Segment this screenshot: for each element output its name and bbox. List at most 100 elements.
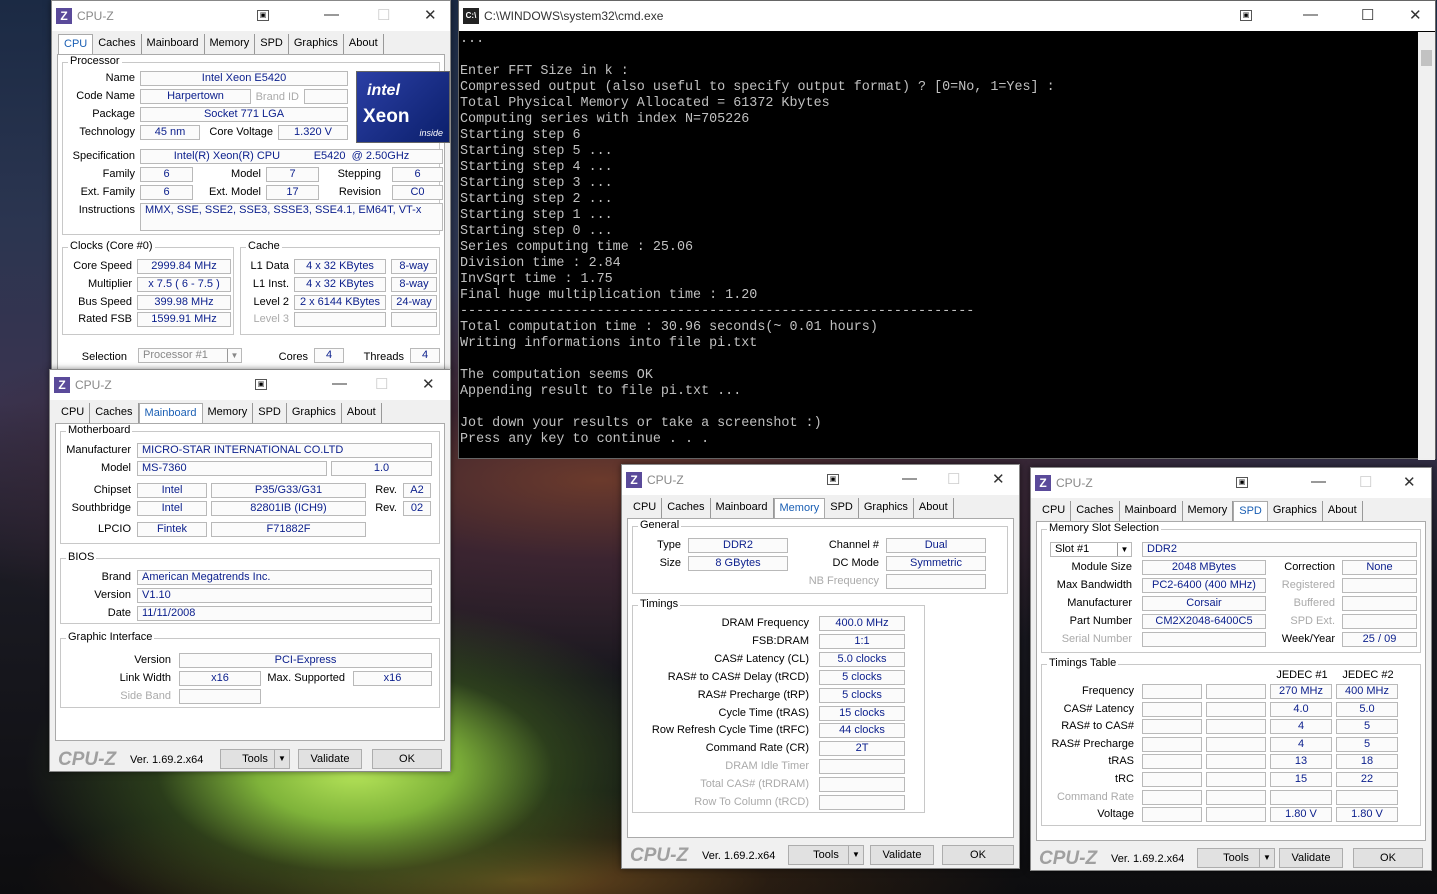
timing-value [819, 795, 905, 810]
tab-spd[interactable]: SPD [1233, 501, 1268, 522]
field-label: Threads [363, 351, 404, 363]
ok-button[interactable]: OK [372, 749, 442, 769]
l1-inst-ways: 8-way [391, 277, 437, 292]
dc-mode-value: Symmetric [886, 556, 986, 571]
console-line: Total Physical Memory Allocated = 61372 … [460, 96, 830, 111]
field-label: Rated FSB [78, 313, 132, 325]
field-label: Brand ID [255, 91, 299, 103]
ok-button[interactable]: OK [942, 845, 1014, 865]
close-button[interactable]: ✕ [422, 375, 435, 393]
tab-memory[interactable]: Memory [1183, 501, 1234, 521]
tab-memory[interactable]: Memory [773, 498, 826, 519]
field-label: Max Bandwidth [1056, 579, 1132, 591]
cpuz-spd-window[interactable]: Z CPU-Z ▣ — ☐ ✕ CPU Caches Mainboard Mem… [1030, 467, 1432, 871]
tab-mainboard[interactable]: Mainboard [1120, 501, 1183, 521]
cpuz-titlebar[interactable]: Z CPU-Z ▣ — ☐ ✕ [50, 370, 450, 400]
timing-value: 2T [819, 741, 905, 757]
tab-spd[interactable]: SPD [253, 403, 287, 423]
minimize-button[interactable]: — [332, 375, 347, 392]
cpuz-titlebar[interactable]: Z CPU-Z ▣ — ☐ ✕ [622, 465, 1019, 495]
snapshot-icon[interactable]: ▣ [827, 474, 839, 485]
processor-select[interactable]: Processor #1 ▼ [138, 348, 242, 363]
tab-caches[interactable]: Caches [1071, 501, 1120, 521]
cmd-titlebar[interactable]: C:\ C:\WINDOWS\system32\cmd.exe ▣ — ☐ ✕ [459, 1, 1435, 31]
minimize-button[interactable]: — [1311, 473, 1326, 490]
close-button[interactable]: ✕ [424, 6, 437, 24]
minimize-button[interactable]: — [1303, 6, 1318, 23]
spd-timing-label: Voltage [1097, 808, 1134, 821]
snapshot-icon[interactable]: ▣ [257, 10, 269, 21]
close-button[interactable]: ✕ [1403, 473, 1416, 491]
codename-value: Harpertown [140, 89, 251, 104]
group-label: Memory Slot Selection [1047, 522, 1162, 534]
scrollbar-thumb[interactable] [1421, 50, 1432, 66]
chevron-down-icon[interactable]: ▼ [1259, 848, 1275, 868]
snapshot-icon[interactable]: ▣ [1240, 10, 1252, 21]
multiplier-value: x 7.5 ( 6 - 7.5 ) [137, 277, 231, 292]
jedec2-value: 18 [1336, 754, 1398, 770]
jedec1-value: 270 MHz [1270, 684, 1332, 699]
spd-empty-cell [1206, 789, 1266, 805]
jedec1-value: 13 [1270, 754, 1332, 770]
close-button[interactable]: ✕ [992, 470, 1005, 488]
tab-mainboard[interactable]: Mainboard [138, 403, 203, 424]
tab-caches[interactable]: Caches [662, 498, 711, 518]
tab-about[interactable]: About [914, 498, 954, 518]
jedec2-value: 22 [1336, 772, 1398, 787]
timing-value: 15 clocks [819, 705, 905, 721]
tab-cpu[interactable]: CPU [58, 34, 94, 55]
minimize-button[interactable]: — [902, 470, 917, 487]
close-button[interactable]: ✕ [1409, 6, 1422, 24]
tab-caches[interactable]: Caches [90, 403, 139, 423]
tab-graphics[interactable]: Graphics [287, 403, 342, 423]
validate-button[interactable]: Validate [1279, 848, 1343, 868]
tab-spd[interactable]: SPD [825, 498, 859, 518]
field-label: Specification [72, 150, 135, 162]
tab-cpu[interactable]: CPU [56, 403, 91, 423]
tab-graphics[interactable]: Graphics [289, 34, 344, 54]
cmd-window[interactable]: C:\ C:\WINDOWS\system32\cmd.exe ▣ — ☐ ✕ … [458, 0, 1436, 460]
tab-about[interactable]: About [1323, 501, 1363, 521]
tab-about[interactable]: About [342, 403, 382, 423]
chevron-down-icon[interactable]: ▼ [274, 749, 290, 769]
tab-graphics[interactable]: Graphics [1268, 501, 1323, 521]
maximize-button[interactable]: ☐ [1361, 6, 1374, 24]
vertical-scrollbar[interactable] [1418, 32, 1435, 460]
tab-cpu[interactable]: CPU [1037, 501, 1072, 521]
spd-empty-cell [1142, 807, 1202, 823]
minimize-button[interactable]: — [324, 6, 339, 23]
cpuz-memory-window[interactable]: Z CPU-Z ▣ — ☐ ✕ CPU Caches Mainboard Mem… [621, 464, 1020, 869]
tab-memory[interactable]: Memory [205, 34, 256, 54]
tab-about[interactable]: About [344, 34, 384, 54]
tab-panel: General Type DDR2 Size 8 GBytes Channel … [627, 518, 1014, 838]
snapshot-icon[interactable]: ▣ [1236, 477, 1248, 488]
validate-button[interactable]: Validate [870, 845, 934, 865]
tab-cpu[interactable]: CPU [628, 498, 663, 518]
field-label: Bus Speed [78, 296, 132, 308]
console-line: Writing informations into file pi.txt [460, 336, 758, 351]
tab-spd[interactable]: SPD [255, 34, 289, 54]
ok-button[interactable]: OK [1353, 848, 1423, 868]
tab-mainboard[interactable]: Mainboard [142, 34, 205, 54]
console-output[interactable]: ... Enter FFT Size in k : Compressed outpu… [459, 32, 1055, 448]
tab-caches[interactable]: Caches [93, 34, 142, 54]
max-supported-value: x16 [353, 671, 432, 686]
cpuz-mainboard-window[interactable]: Z CPU-Z ▣ — ☐ ✕ CPU Caches Mainboard Mem… [49, 369, 451, 772]
part-number-value: CM2X2048-6400C5 [1142, 614, 1266, 629]
cpuz-titlebar[interactable]: Z CPU-Z ▣ — ☐ ✕ [52, 1, 450, 31]
cpuz-titlebar[interactable]: Z CPU-Z ▣ — ☐ ✕ [1031, 468, 1431, 498]
chevron-down-icon[interactable]: ▼ [848, 845, 864, 865]
version-label: Ver. 1.69.2.x64 [1111, 853, 1185, 865]
slot-select[interactable]: Slot #1 ▼ [1050, 542, 1132, 557]
snapshot-icon[interactable]: ▣ [255, 379, 267, 390]
tab-mainboard[interactable]: Mainboard [711, 498, 774, 518]
stepping-value: 6 [392, 167, 443, 182]
field-label: Manufacturer [66, 444, 131, 456]
instructions-value: MMX, SSE, SSE2, SSE3, SSSE3, SSE4.1, EM6… [140, 203, 443, 231]
validate-button[interactable]: Validate [298, 749, 362, 769]
spd-empty-cell [1142, 719, 1202, 735]
tab-graphics[interactable]: Graphics [859, 498, 914, 518]
tab-memory[interactable]: Memory [203, 403, 254, 423]
cpuz-cpu-window[interactable]: Z CPU-Z ▣ — ☐ ✕ CPU Caches Mainboard Mem… [51, 0, 451, 372]
max-bandwidth-value: PC2-6400 (400 MHz) [1142, 578, 1266, 593]
